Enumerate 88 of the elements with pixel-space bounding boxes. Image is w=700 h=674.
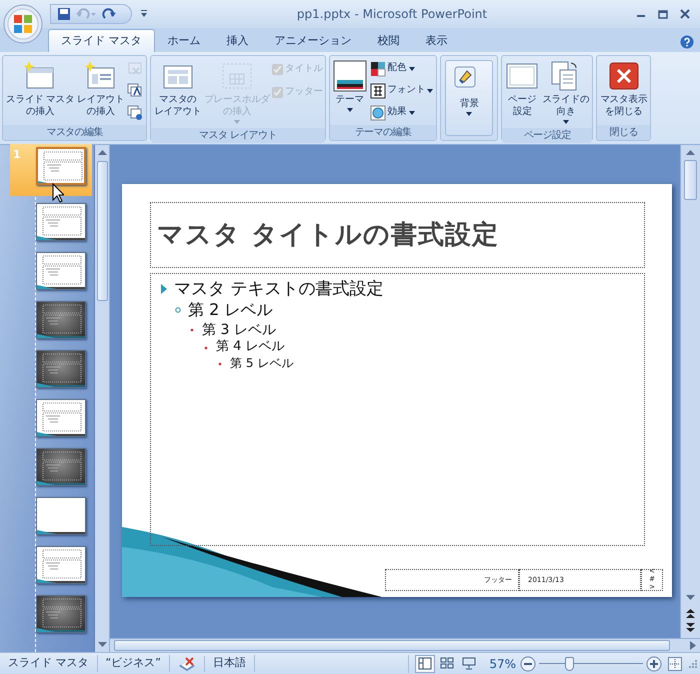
save-icon[interactable] <box>57 7 71 21</box>
ribbon-tab[interactable]: アニメーション <box>262 28 364 52</box>
slide-thumbnail[interactable] <box>36 399 86 437</box>
slide-thumbnail[interactable] <box>36 252 86 290</box>
group-label: マスタ レイアウト <box>151 128 325 143</box>
caret-icon <box>408 110 414 114</box>
previous-slide-icon[interactable] <box>686 609 695 618</box>
caret-icon <box>562 120 569 124</box>
zoom-level-text: 57% <box>488 656 517 672</box>
ribbon-button[interactable]: 効果 <box>368 102 434 123</box>
slide-title: マスタ タイトルの書式設定 <box>157 218 500 252</box>
ribbon-button[interactable]: テーマ <box>332 58 368 114</box>
ribbon-button[interactable]: マスタ表示 を閉じる <box>599 58 648 120</box>
bullet-icon <box>161 284 167 294</box>
ribbon-tab[interactable]: 表示 <box>412 28 460 52</box>
slide-number: 1 <box>13 147 21 163</box>
ribbon-button[interactable]: レイアウト の挿入 <box>76 58 126 120</box>
checkbox-label: フッター <box>285 84 323 99</box>
bullet-text: 第 4 レベル <box>216 339 285 356</box>
slide-thumbnail[interactable] <box>36 301 86 339</box>
ribbon-button[interactable]: マスタの レイアウト <box>153 58 202 120</box>
scroll-down-icon[interactable] <box>686 595 695 601</box>
slide-thumbnail[interactable] <box>36 546 86 584</box>
bullet-text: 第 3 レベル <box>202 320 276 340</box>
group-label: マスタの編集 <box>3 125 146 140</box>
fit-to-window-button[interactable] <box>668 656 682 670</box>
theme-icon <box>332 60 367 92</box>
bullet-icon <box>175 305 181 316</box>
ribbon-tab[interactable]: ホーム <box>154 28 214 52</box>
vertical-scrollbar[interactable] <box>95 145 110 652</box>
spelling-check-icon[interactable] <box>178 656 196 672</box>
scroll-thumb[interactable] <box>114 640 670 651</box>
ribbon-tab[interactable]: 挿入 <box>214 28 262 52</box>
ribbon-button[interactable]: ページ 設定 <box>504 58 540 120</box>
scroll-thumb[interactable] <box>96 161 108 301</box>
resize-grip-icon <box>688 658 698 668</box>
scroll-right-icon[interactable] <box>690 641 696 650</box>
color-scheme-icon <box>370 60 386 76</box>
help-icon[interactable] <box>680 35 694 49</box>
slide-thumbnail[interactable] <box>36 203 86 241</box>
effects-icon <box>370 104 386 120</box>
status-text: 日本語 <box>204 655 255 672</box>
zoom-out-button[interactable] <box>520 656 536 672</box>
caret-icon <box>427 88 434 92</box>
ribbon-button[interactable]: スライドの 向き <box>541 58 590 126</box>
bullet-text: 第 5 レベル <box>230 356 294 372</box>
slide-thumbnail[interactable] <box>36 350 86 388</box>
scroll-up-icon[interactable] <box>98 149 106 155</box>
view-button[interactable] <box>415 654 436 672</box>
mouse-pointer-icon <box>52 183 64 203</box>
scroll-down-icon[interactable] <box>98 642 106 648</box>
bullet-text: マスタ テキストの書式設定 <box>174 278 384 300</box>
caret-icon <box>234 120 240 124</box>
scroll-up-icon[interactable] <box>686 149 695 155</box>
status-text: “ビジネス” <box>98 655 170 672</box>
window-title: pp1.pptx - Microsoft PowerPoint <box>296 6 488 23</box>
group-label: 閉じる <box>597 125 650 140</box>
caret-icon <box>466 112 472 116</box>
preserve-icon <box>127 104 144 120</box>
delete-slide-icon <box>127 60 144 76</box>
font-icon <box>370 82 386 98</box>
ribbon-tab[interactable]: スライド マスタ <box>48 28 154 52</box>
vertical-scrollbar[interactable] <box>680 145 700 638</box>
ribbon-button[interactable]: フォント <box>368 80 434 101</box>
scroll-thumb[interactable] <box>684 160 697 200</box>
close-icon[interactable] <box>680 9 690 19</box>
ribbon-button[interactable]: スライド マスタ の挿入 <box>5 58 76 120</box>
slide-thumbnail[interactable] <box>36 147 86 185</box>
caret-icon <box>346 108 353 112</box>
maximize-icon[interactable] <box>658 9 668 19</box>
group-label: ページ設定 <box>502 128 592 143</box>
bullet-text: 第 2 レベル <box>188 300 272 321</box>
slide-thumbnail[interactable] <box>36 497 86 535</box>
ribbon-button[interactable]: 背景 <box>445 60 494 136</box>
slider-thumb[interactable] <box>565 656 574 670</box>
close-master-view-icon <box>606 60 641 92</box>
slide-thumbnail[interactable] <box>36 448 86 486</box>
ribbon-button[interactable]: 配色 <box>368 58 434 79</box>
group-label: テーマの編集 <box>330 125 436 140</box>
next-slide-icon[interactable] <box>686 623 695 632</box>
ribbon-tab[interactable]: 校閲 <box>364 28 412 52</box>
zoom-in-button[interactable] <box>646 656 662 672</box>
horizontal-scrollbar[interactable] <box>110 638 700 652</box>
checkbox-label: タイトル <box>285 62 323 76</box>
slide-thumbnail[interactable] <box>36 595 86 633</box>
status-text: スライド マスタ <box>0 655 98 672</box>
rename-icon <box>127 82 144 98</box>
caret-icon <box>408 66 414 70</box>
